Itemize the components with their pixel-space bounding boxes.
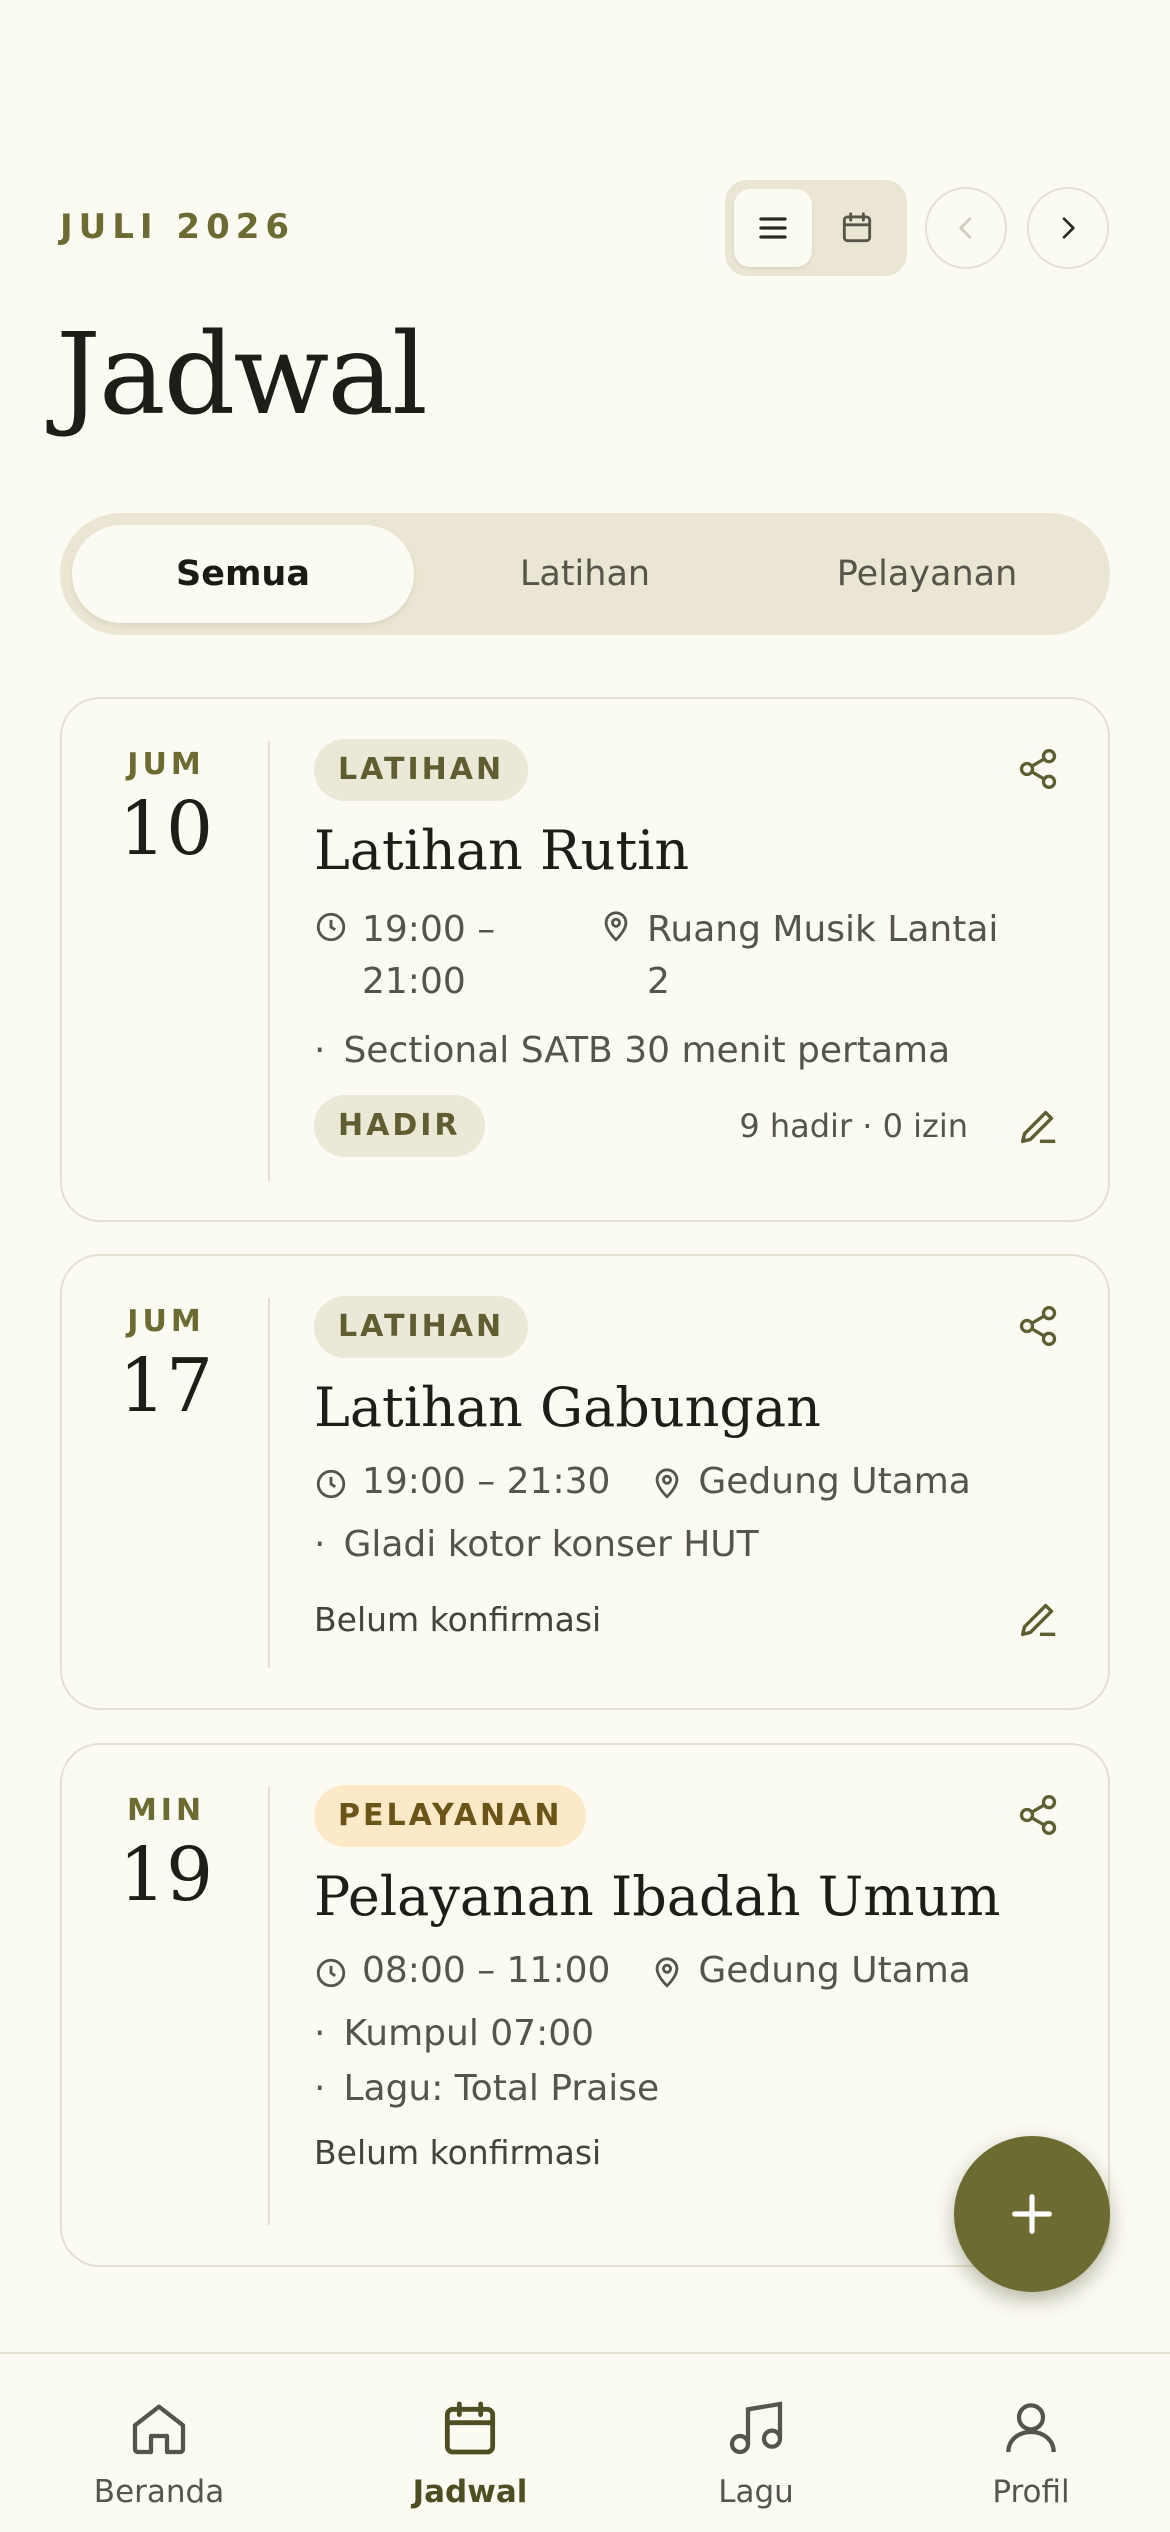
plus-icon: [1012, 2194, 1052, 2234]
event-time-text: 19:00 – 21:00: [362, 909, 496, 1002]
event-time: 19:00 – 21:00: [314, 904, 599, 1008]
event-time-text: 08:00 – 11:00: [362, 1950, 611, 1991]
chevron-right-icon: [1062, 217, 1075, 239]
event-day: 19: [118, 1832, 214, 1918]
share-button[interactable]: [1008, 739, 1068, 799]
user-icon: [1006, 2403, 1056, 2453]
card-divider: [268, 741, 270, 1181]
edit-button[interactable]: [1008, 1096, 1068, 1156]
clock-icon: [316, 1469, 346, 1499]
segment-latihan[interactable]: Latihan: [414, 525, 756, 623]
event-location: Gedung Utama: [650, 1950, 971, 1991]
location-pin-icon: [604, 911, 628, 942]
event-title: Pelayanan Ibadah Umum: [314, 1865, 1001, 1928]
event-note-text: Sectional SATB 30 menit pertama: [343, 1030, 951, 1071]
chevron-left-icon: [959, 217, 972, 239]
event-title: Latihan Gabungan: [314, 1376, 821, 1439]
next-month-button[interactable]: [1027, 187, 1109, 269]
event-card[interactable]: MIN 19 PELAYANAN Pelayanan Ibadah Umum 0…: [60, 1743, 1110, 2267]
pencil-icon: [1020, 1110, 1056, 1144]
event-note-text: Lagu: Total Praise: [343, 2068, 660, 2109]
calendar-view-button[interactable]: [818, 189, 896, 267]
share-icon: [1019, 1306, 1057, 1346]
event-weekday: MIN: [126, 1793, 206, 1828]
event-weekday: JUM: [127, 747, 205, 782]
event-type-badge: PELAYANAN: [314, 1785, 587, 1847]
music-note-icon: [729, 2401, 783, 2455]
location-pin-icon: [656, 1468, 679, 1499]
event-note: · Lagu: Total Praise: [314, 2068, 660, 2109]
share-icon: [1019, 1795, 1057, 1835]
nav-label: Jadwal: [412, 2474, 528, 2510]
calendar-icon: [842, 212, 872, 243]
event-note: · Gladi kotor konser HUT: [314, 1524, 759, 1565]
clock-icon: [316, 912, 346, 942]
page-title: Jadwal: [56, 310, 428, 440]
calendar-icon: [444, 2401, 496, 2455]
share-icon: [1019, 749, 1057, 789]
home-icon: [132, 2404, 186, 2455]
bottom-navigation: Beranda Jadwal Lagu Profil: [0, 2352, 1170, 2532]
event-note-text: Gladi kotor konser HUT: [343, 1524, 759, 1565]
nav-item-jadwal[interactable]: Jadwal: [360, 2354, 580, 2532]
event-location: Ruang Musik Lantai 2: [599, 904, 999, 1008]
attendance-status: Belum konfirmasi: [314, 2133, 602, 2172]
location-pin-icon: [656, 1957, 679, 1988]
event-day: 17: [118, 1343, 214, 1429]
event-type-badge: LATIHAN: [314, 1296, 529, 1358]
attendance-status-badge: HADIR: [314, 1095, 485, 1157]
view-toggle: [725, 180, 907, 276]
edit-button[interactable]: [1008, 1589, 1068, 1649]
segment-semua[interactable]: Semua: [72, 525, 414, 623]
attendance-status: Belum konfirmasi: [314, 1599, 602, 1639]
list-view-button[interactable]: [734, 189, 812, 267]
event-day: 10: [118, 786, 214, 872]
event-weekday: JUM: [127, 1304, 205, 1339]
event-location-text: Ruang Musik Lantai 2: [647, 909, 999, 1002]
event-type-badge: LATIHAN: [314, 739, 529, 801]
event-location-text: Gedung Utama: [698, 1461, 971, 1502]
segment-pelayanan[interactable]: Pelayanan: [756, 525, 1098, 623]
event-card[interactable]: JUM 10 LATIHAN Latihan Rutin 19:00 – 21:…: [60, 697, 1110, 1222]
event-note-text: Kumpul 07:00: [343, 2013, 595, 2054]
event-card[interactable]: JUM 17 LATIHAN Latihan Gabungan 19:00 – …: [60, 1254, 1110, 1710]
card-divider: [268, 1787, 270, 2225]
previous-month-button[interactable]: [925, 187, 1007, 269]
event-note: · Sectional SATB 30 menit pertama: [314, 1030, 951, 1071]
event-location-text: Gedung Utama: [698, 1950, 971, 1991]
nav-label: Beranda: [93, 2474, 225, 2510]
event-time: 19:00 – 21:30: [314, 1461, 610, 1502]
add-event-button[interactable]: [954, 2136, 1110, 2292]
month-label: JULI 2026: [60, 207, 296, 247]
nav-item-lagu[interactable]: Lagu: [646, 2354, 866, 2532]
event-title: Latihan Rutin: [314, 819, 690, 882]
nav-label: Lagu: [718, 2474, 794, 2510]
pencil-icon: [1020, 1603, 1056, 1637]
share-button[interactable]: [1008, 1785, 1068, 1845]
event-time-text: 19:00 – 21:30: [362, 1461, 611, 1502]
event-time: 08:00 – 11:00: [314, 1950, 610, 1991]
filter-segments: Semua Latihan Pelayanan: [60, 513, 1110, 635]
card-divider: [268, 1298, 270, 1668]
nav-item-beranda[interactable]: Beranda: [49, 2354, 269, 2532]
event-note: · Kumpul 07:00: [314, 2013, 595, 2054]
share-button[interactable]: [1008, 1296, 1068, 1356]
event-location: Gedung Utama: [650, 1461, 971, 1502]
attendance-stats: 9 hadir · 0 izin: [739, 1107, 968, 1145]
nav-item-profil[interactable]: Profil: [921, 2354, 1141, 2532]
list-icon: [759, 217, 787, 239]
nav-label: Profil: [992, 2474, 1070, 2510]
clock-icon: [316, 1958, 346, 1988]
